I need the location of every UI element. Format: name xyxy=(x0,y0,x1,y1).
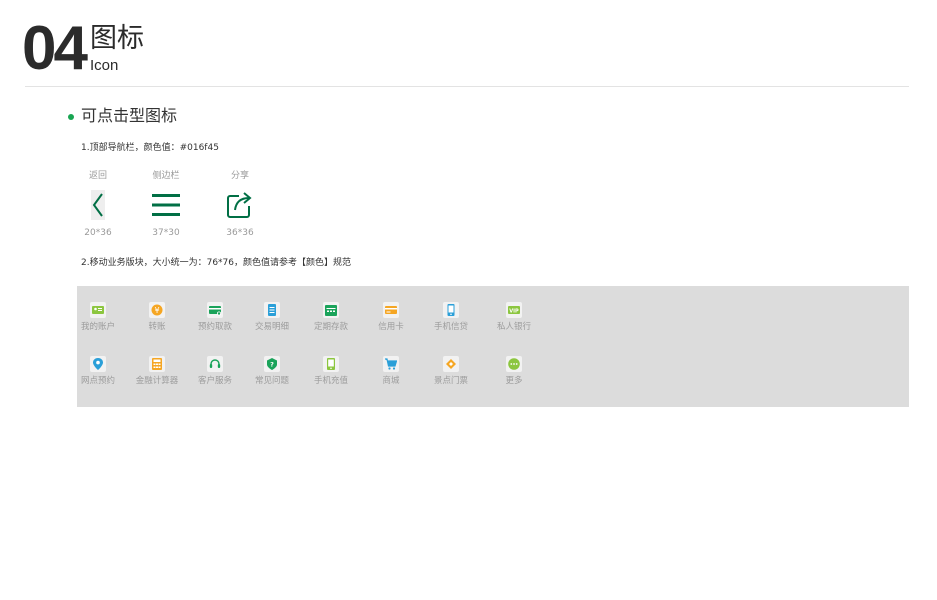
nav-item-back: 返回 20*36 xyxy=(68,170,128,239)
question-icon: ? xyxy=(264,356,280,372)
biz-item-label: 手机信贷 xyxy=(433,322,468,332)
nav-description: 1.顶部导航栏，颜色值：#016f45 xyxy=(81,143,219,153)
transaction-list-icon xyxy=(264,302,280,318)
nav-item-label: 侧边栏 xyxy=(152,171,180,181)
shopping-cart-icon xyxy=(383,356,399,372)
vip-icon: VIP xyxy=(506,302,522,318)
more-dots-icon xyxy=(506,356,522,372)
credit-card-icon xyxy=(383,302,399,318)
transfer-yen-icon: ¥ xyxy=(149,302,165,318)
nav-item-label: 分享 xyxy=(230,171,249,181)
deposit-calendar-icon xyxy=(323,302,339,318)
page-subtitle: Icon xyxy=(90,57,119,74)
nav-item-sidebar: 侧边栏 37*30 xyxy=(136,170,196,239)
menu-icon[interactable] xyxy=(151,190,181,220)
calculator-icon xyxy=(149,356,165,372)
ticket-icon xyxy=(443,356,459,372)
biz-item-tickets[interactable]: 景点门票 xyxy=(416,356,486,387)
account-card-icon xyxy=(90,302,106,318)
biz-item-more[interactable]: 更多 xyxy=(479,356,549,387)
nav-item-size: 36*36 xyxy=(226,228,254,238)
nav-item-size: 37*30 xyxy=(152,228,180,238)
back-arrow-icon[interactable] xyxy=(91,190,105,220)
biz-item-private-bank[interactable]: VIP 私人银行 xyxy=(479,302,549,333)
page-title: 图标 xyxy=(90,23,144,54)
section-title: 可点击型图标 xyxy=(81,106,178,125)
biz-item-label: 景点门票 xyxy=(433,376,468,386)
svg-text:¥: ¥ xyxy=(154,306,159,315)
business-icon-panel: 我的账户 ¥ 转账 预约取款 交易明细 定期存款 信用卡 手机信贷 VIP 私人… xyxy=(77,286,909,407)
svg-text:?: ? xyxy=(270,361,274,369)
biz-description: 2.移动业务版块，大小统一为：76*76，颜色值请参考【颜色】规范 xyxy=(81,258,351,268)
nav-item-label: 返回 xyxy=(88,171,107,181)
withdraw-card-icon xyxy=(207,302,223,318)
headset-icon xyxy=(207,356,223,372)
section-bullet xyxy=(68,114,74,120)
biz-item-phone-loan[interactable]: 手机信贷 xyxy=(416,302,486,333)
nav-item-size: 20*36 xyxy=(84,228,112,238)
phone-topup-icon xyxy=(323,356,339,372)
svg-text:VIP: VIP xyxy=(509,308,519,314)
share-icon[interactable] xyxy=(225,190,255,220)
section-number: 04 xyxy=(22,14,88,83)
phone-loan-icon xyxy=(443,302,459,318)
biz-item-label: 私人银行 xyxy=(496,322,531,332)
biz-item-label: 更多 xyxy=(505,376,523,386)
nav-item-share: 分享 36*36 xyxy=(210,170,270,239)
header-divider xyxy=(25,86,909,87)
location-pin-icon xyxy=(90,356,106,372)
